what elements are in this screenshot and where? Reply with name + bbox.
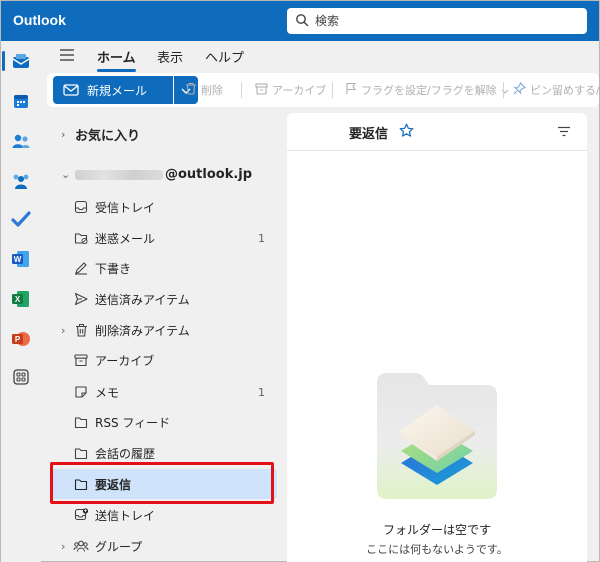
flag-button[interactable]: フラグを設定/フラグを解除 bbox=[345, 82, 509, 98]
filter-icon[interactable] bbox=[557, 126, 571, 140]
folder-inbox[interactable]: 受信トレイ bbox=[51, 192, 277, 222]
folder-archive[interactable]: アーカイブ bbox=[51, 345, 277, 375]
favorites-header[interactable]: › お気に入り bbox=[61, 125, 140, 144]
message-list-pane: 要返信 フォルダーは空です ここには何もないようです。 bbox=[287, 113, 587, 562]
junk-icon bbox=[73, 230, 89, 246]
command-toolbar: 新規メール 削除 アーカイブ フラグを設定/フラグを解除 ピン留めする/ピ bbox=[47, 73, 599, 107]
pin-button[interactable]: ピン留めする/ピ bbox=[513, 82, 599, 98]
folder-pane: › お気に入り ⌄ @outlook.jp 受信トレイ 迷惑メール 1 下書き … bbox=[47, 111, 281, 562]
folder-icon bbox=[73, 445, 89, 461]
account-header[interactable]: ⌄ @outlook.jp bbox=[61, 167, 252, 182]
search-input[interactable] bbox=[315, 8, 575, 34]
empty-state-subtitle: ここには何もないようです。 bbox=[366, 543, 508, 556]
folder-needs-reply[interactable]: 要返信 bbox=[51, 469, 277, 499]
new-mail-button[interactable]: 新規メール bbox=[53, 76, 173, 104]
send-icon bbox=[73, 291, 89, 307]
archive-icon bbox=[73, 352, 89, 368]
message-list-header: 要返信 bbox=[287, 113, 587, 151]
more-apps-icon[interactable] bbox=[9, 365, 33, 389]
excel-app-icon[interactable]: X bbox=[9, 287, 33, 311]
folder-icon bbox=[73, 476, 89, 492]
draft-icon bbox=[73, 260, 89, 276]
note-icon bbox=[73, 384, 89, 400]
flag-icon bbox=[345, 82, 357, 98]
svg-text:P: P bbox=[15, 335, 21, 344]
tab-help[interactable]: ヘルプ bbox=[205, 47, 244, 66]
folder-sent[interactable]: 送信済みアイテム bbox=[51, 284, 277, 314]
folder-outbox[interactable]: 送信トレイ bbox=[51, 500, 277, 530]
top-bar: Outlook bbox=[1, 1, 599, 41]
empty-folder-illustration bbox=[375, 371, 499, 504]
word-app-icon[interactable]: W bbox=[9, 247, 33, 271]
folder-icon bbox=[73, 414, 89, 430]
folder-junk[interactable]: 迷惑メール 1 bbox=[51, 223, 277, 253]
app-title[interactable]: Outlook bbox=[13, 12, 66, 28]
people-app-icon[interactable] bbox=[9, 129, 33, 153]
chevron-right-icon[interactable]: › bbox=[61, 324, 65, 337]
trash-icon bbox=[73, 322, 89, 338]
app-rail: W X P bbox=[1, 41, 41, 562]
folder-drafts[interactable]: 下書き bbox=[51, 253, 277, 283]
todo-app-icon[interactable] bbox=[9, 207, 33, 231]
toolbar-divider bbox=[503, 82, 504, 98]
mail-app-icon[interactable] bbox=[2, 49, 33, 73]
folder-notes[interactable]: メモ 1 bbox=[51, 377, 277, 407]
groups-app-icon[interactable] bbox=[9, 169, 33, 193]
blurred-account-name bbox=[75, 169, 163, 180]
chevron-down-icon: ⌄ bbox=[61, 168, 71, 181]
trash-icon bbox=[185, 82, 197, 98]
tab-view[interactable]: 表示 bbox=[157, 47, 183, 66]
pin-icon bbox=[513, 82, 526, 98]
toolbar-divider bbox=[332, 82, 333, 98]
toolbar-divider bbox=[241, 82, 242, 98]
folder-conversation-history[interactable]: 会話の履歴 bbox=[51, 438, 277, 468]
star-favorite-icon[interactable] bbox=[399, 123, 414, 141]
folder-groups[interactable]: › グループ bbox=[51, 531, 277, 561]
unread-count: 1 bbox=[258, 385, 265, 399]
outbox-icon bbox=[73, 507, 89, 523]
chevron-right-icon[interactable]: › bbox=[61, 540, 65, 553]
chevron-down-icon bbox=[501, 84, 509, 97]
chevron-right-icon: › bbox=[61, 128, 66, 141]
group-icon bbox=[73, 538, 89, 554]
calendar-app-icon[interactable] bbox=[9, 89, 33, 113]
hamburger-menu-icon[interactable] bbox=[59, 48, 75, 65]
delete-button[interactable]: 削除 bbox=[185, 82, 223, 98]
search-box[interactable] bbox=[287, 8, 587, 34]
tab-home[interactable]: ホーム bbox=[97, 47, 136, 72]
unread-count: 1 bbox=[258, 231, 265, 245]
search-icon bbox=[295, 13, 309, 30]
powerpoint-app-icon[interactable]: P bbox=[9, 327, 33, 351]
archive-button[interactable]: アーカイブ bbox=[255, 82, 326, 98]
inbox-icon bbox=[73, 199, 89, 215]
svg-text:X: X bbox=[15, 295, 21, 304]
folder-title: 要返信 bbox=[349, 127, 389, 142]
folder-rss[interactable]: RSS フィード bbox=[51, 407, 277, 437]
empty-state-title: フォルダーは空です bbox=[382, 523, 491, 537]
folder-deleted[interactable]: › 削除済みアイテム bbox=[51, 315, 277, 345]
ribbon-tabs: ホーム 表示 ヘルプ bbox=[47, 41, 599, 72]
archive-icon bbox=[255, 82, 268, 98]
new-mail-label: 新規メール bbox=[87, 83, 148, 98]
svg-text:W: W bbox=[14, 255, 22, 264]
mail-icon bbox=[63, 84, 79, 96]
